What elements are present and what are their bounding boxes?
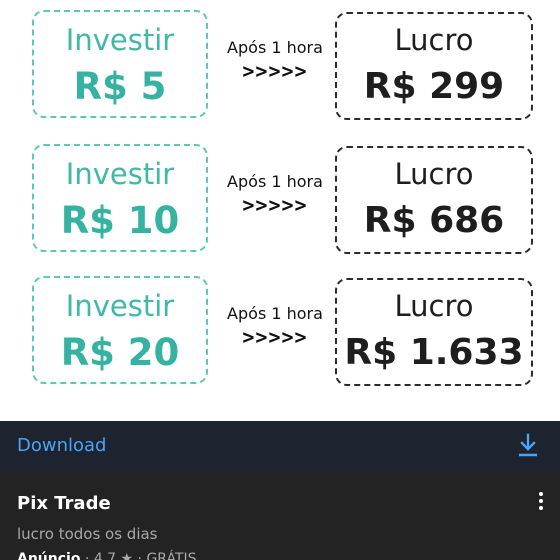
separator: · (84, 551, 94, 560)
time-label: Após 1 hora (227, 304, 323, 323)
time-arrow-group: Após 1 hora >>>>> (216, 172, 334, 218)
time-arrow-group: Após 1 hora >>>>> (216, 304, 334, 350)
dot (539, 499, 543, 503)
profit-label: Lucro (394, 23, 474, 57)
arrows: >>>>> (242, 325, 308, 349)
invest-box: Investir R$ 20 (32, 276, 208, 384)
download-bar[interactable]: Download (0, 421, 560, 472)
profit-label: Lucro (394, 289, 474, 323)
profit-amount: R$ 299 (363, 66, 505, 107)
invest-amount: R$ 5 (73, 65, 167, 108)
invest-amount: R$ 10 (60, 199, 180, 242)
app-meta-row: Anúncio · 4,7 ★ · GRÁTIS (17, 550, 197, 560)
time-arrow-group: Após 1 hora >>>>> (216, 38, 334, 84)
profit-box: Lucro R$ 686 (335, 146, 533, 254)
promo-row: Investir R$ 10 Após 1 hora >>>>> Lucro R… (0, 144, 560, 254)
profit-box: Lucro R$ 299 (335, 12, 533, 120)
invest-label: Investir (65, 157, 175, 191)
more-vertical-icon[interactable] (538, 492, 544, 514)
ad-creative-image[interactable]: Investir R$ 5 Após 1 hora >>>>> Lucro R$… (0, 0, 560, 421)
arrows: >>>>> (242, 193, 308, 217)
download-icon[interactable] (516, 433, 540, 459)
time-label: Após 1 hora (227, 172, 323, 191)
invest-label: Investir (65, 23, 175, 57)
invest-box: Investir R$ 5 (32, 10, 208, 118)
download-label[interactable]: Download (17, 434, 106, 458)
profit-label: Lucro (394, 157, 474, 191)
app-title[interactable]: Pix Trade (17, 492, 111, 516)
invest-label: Investir (65, 289, 175, 323)
invest-amount: R$ 20 (60, 331, 180, 374)
profit-amount: R$ 686 (363, 200, 505, 241)
ad-badge: Anúncio (17, 551, 81, 560)
app-price: GRÁTIS (146, 551, 197, 560)
arrows: >>>>> (242, 59, 308, 83)
invest-box: Investir R$ 10 (32, 144, 208, 252)
ad-screen: Investir R$ 5 Após 1 hora >>>>> Lucro R$… (0, 0, 560, 560)
dot (539, 506, 543, 510)
profit-box: Lucro R$ 1.633 (335, 278, 533, 386)
app-info-panel[interactable]: Pix Trade lucro todos os dias Anúncio · … (0, 472, 560, 560)
app-subtitle: lucro todos os dias (17, 525, 158, 543)
profit-amount: R$ 1.633 (344, 332, 524, 373)
time-label: Após 1 hora (227, 38, 323, 57)
dot (539, 492, 543, 496)
app-rating: 4,7 ★ (93, 551, 134, 560)
promo-row: Investir R$ 5 Após 1 hora >>>>> Lucro R$… (0, 10, 560, 120)
promo-row: Investir R$ 20 Após 1 hora >>>>> Lucro R… (0, 276, 560, 386)
